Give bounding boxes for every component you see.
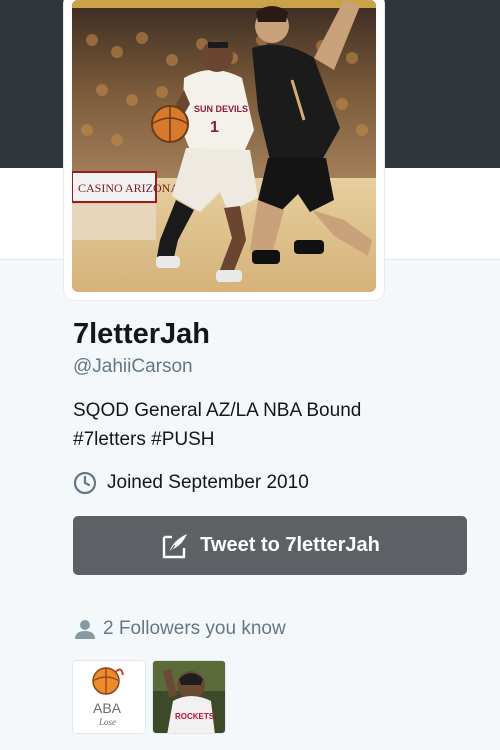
follower-avatar-rockets[interactable]: ROCKETS	[152, 660, 226, 734]
bio-line: #7letters #PUSH	[73, 429, 215, 450]
aba-logo-subtext: Lose	[98, 717, 116, 727]
rockets-jersey-text: ROCKETS	[175, 712, 215, 721]
followers-you-know[interactable]: 2 Followers you know	[73, 616, 286, 642]
jersey-number: 1	[210, 119, 219, 136]
jersey-text: SUN DEVILS	[194, 104, 248, 114]
profile-avatar-photo[interactable]: CASINO ARIZONA SUN DEVILS 1	[72, 0, 376, 292]
profile-handle[interactable]: @JahiiCarson	[73, 356, 193, 378]
joined-date: Joined September 2010	[73, 470, 309, 496]
clock-icon	[73, 471, 97, 495]
profile-avatar-card[interactable]: CASINO ARIZONA SUN DEVILS 1	[64, 0, 384, 300]
quill-compose-icon	[160, 531, 190, 561]
follower-avatar-aba[interactable]: ABA Lose	[72, 660, 146, 734]
profile-bio: SQOD General AZ/LA NBA Bound #7letters #…	[73, 396, 463, 454]
tweet-to-button[interactable]: Tweet to 7letterJah	[73, 516, 467, 575]
arena-ad-text: CASINO ARIZONA	[78, 181, 179, 195]
followers-you-know-text: 2 Followers you know	[103, 618, 286, 639]
aba-logo-text: ABA	[93, 700, 122, 716]
profile-name[interactable]: 7letterJah	[73, 318, 210, 351]
tweet-button-label: Tweet to 7letterJah	[200, 534, 380, 556]
joined-text: Joined September 2010	[107, 472, 309, 493]
bio-line: SQOD General AZ/LA NBA Bound	[73, 400, 362, 421]
person-icon	[73, 617, 97, 641]
